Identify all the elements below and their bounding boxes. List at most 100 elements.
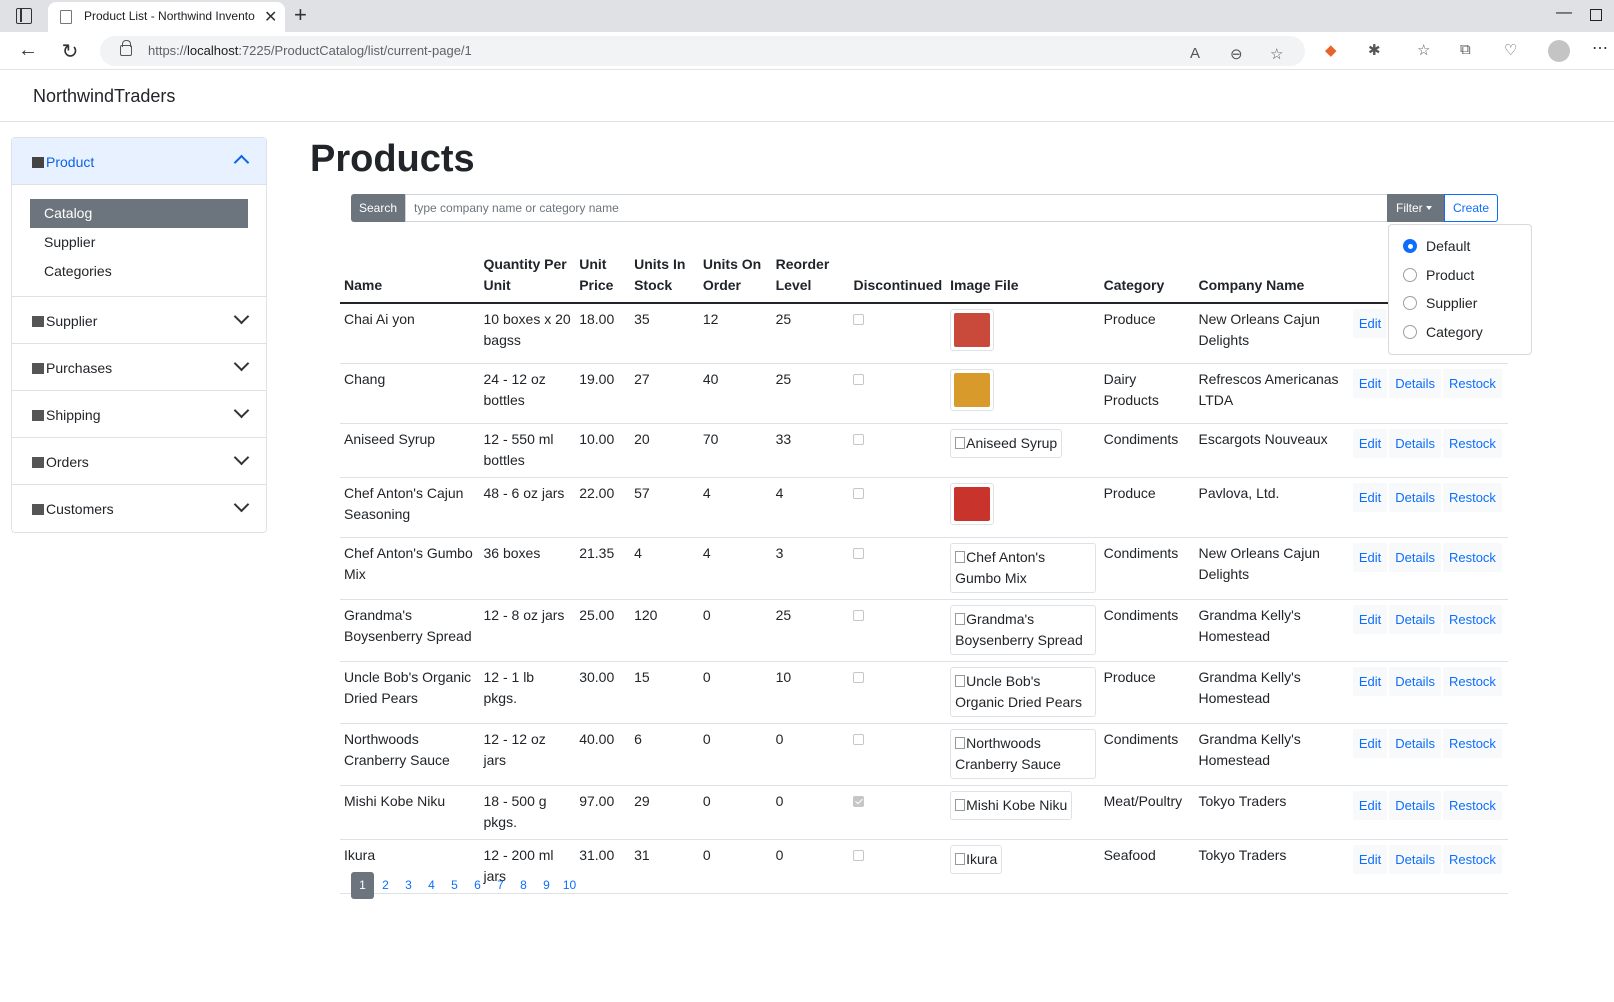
create-button[interactable]: Create [1444,194,1498,222]
cell-on-order: 0 [698,723,772,786]
browser-tab[interactable]: Product List - Northwind Invento ✕ [48,2,285,32]
details-button[interactable]: Details [1389,369,1441,398]
page-link-8[interactable]: 8 [512,872,535,899]
page-link-10[interactable]: 10 [558,872,581,899]
profile-avatar[interactable] [1548,40,1570,62]
cell-reorder: 0 [771,785,850,840]
back-icon[interactable]: ← [16,39,40,62]
new-tab-icon[interactable]: + [294,2,307,28]
edit-button[interactable]: Edit [1352,543,1388,572]
sidebar-item-supplier[interactable]: Supplier [30,228,248,257]
page-link-3[interactable]: 3 [397,872,420,899]
page-link-9[interactable]: 9 [535,872,558,899]
restock-button[interactable]: Restock [1442,543,1502,572]
filter-option-product[interactable]: Product [1389,259,1531,288]
radio-button[interactable] [1403,267,1417,282]
sidebar-item-categories[interactable]: Categories [30,257,248,286]
filter-dropdown-button[interactable]: Filter [1387,194,1444,222]
accordion-purchases[interactable]: Purchases [12,344,266,391]
read-aloud-icon[interactable]: A [1190,45,1200,62]
restock-button[interactable]: Restock [1442,429,1502,458]
search-button[interactable]: Search [351,194,405,222]
cell-image: Aniseed Syrup [946,423,1100,478]
cell-discontinued [849,303,947,364]
page-link-2[interactable]: 2 [374,872,397,899]
details-button[interactable]: Details [1389,605,1441,634]
details-button[interactable]: Details [1389,729,1441,758]
details-button[interactable]: Details [1389,429,1441,458]
details-button[interactable]: Details [1389,791,1441,820]
url-field[interactable]: https://localhost:7225/ProductCatalog/li… [100,36,1305,66]
chevron-down-icon [234,358,246,370]
edit-button[interactable]: Edit [1352,729,1388,758]
details-button[interactable]: Details [1389,845,1441,874]
radio-button[interactable] [1403,324,1417,339]
edit-button[interactable]: Edit [1352,791,1388,820]
accordion-supplier[interactable]: Supplier [12,297,266,344]
maximize-icon[interactable] [1590,9,1602,21]
accordion-shipping[interactable]: Shipping [12,391,266,438]
edit-button[interactable]: Edit [1352,483,1388,512]
cell-discontinued [849,839,947,894]
restock-button[interactable]: Restock [1442,605,1502,634]
details-button[interactable]: Details [1389,667,1441,696]
cell-price: 25.00 [575,599,631,662]
zoom-out-icon[interactable]: ⊖ [1230,45,1243,63]
restock-button[interactable]: Restock [1442,729,1502,758]
page-link-7[interactable]: 7 [489,872,512,899]
edit-button[interactable]: Edit [1352,605,1388,634]
extensions-puzzle-icon[interactable]: ✱ [1368,41,1381,59]
favorite-star-icon[interactable]: ☆ [1270,45,1283,63]
image-alt-text: Uncle Bob's Organic Dried Pears [955,673,1082,710]
app-navbar: NorthwindTraders [0,70,1614,122]
cell-price: 22.00 [575,477,631,538]
more-options-icon[interactable]: ⋯ [1592,38,1608,58]
page-link-5[interactable]: 5 [443,872,466,899]
accordion-customers[interactable]: Customers [12,485,266,532]
radio-button[interactable] [1403,239,1417,253]
cell-quantity: 12 - 12 oz jars [479,723,576,786]
discontinued-checkbox [853,374,865,385]
cell-image [946,303,1100,364]
filter-option-category[interactable]: Category [1389,316,1531,345]
close-icon[interactable]: ✕ [264,7,277,27]
cell-image: Mishi Kobe Niku [946,785,1100,840]
cell-image: Chef Anton's Gumbo Mix [946,537,1100,600]
page-link-1[interactable]: 1 [351,872,374,899]
cell-name: Chef Anton's Cajun Seasoning [340,477,480,538]
details-button[interactable]: Details [1389,483,1441,512]
browser-essentials-icon[interactable]: ♡ [1504,41,1517,59]
page-link-4[interactable]: 4 [420,872,443,899]
accordion-product[interactable]: Product [12,138,266,185]
search-bar: Search Filter Create [351,194,1498,222]
restock-button[interactable]: Restock [1442,483,1502,512]
restock-button[interactable]: Restock [1442,791,1502,820]
restock-button[interactable]: Restock [1442,845,1502,874]
discontinued-checkbox [853,672,865,683]
restock-button[interactable]: Restock [1442,369,1502,398]
sidebar-toggle-icon[interactable] [16,8,32,24]
details-button[interactable]: Details [1389,543,1441,572]
edit-button[interactable]: Edit [1352,429,1388,458]
column-header: Quantity Per Unit [479,254,576,304]
accordion-orders[interactable]: Orders [12,438,266,485]
radio-button[interactable] [1403,296,1417,310]
restock-button[interactable]: Restock [1442,667,1502,696]
edit-button[interactable]: Edit [1352,309,1388,338]
edit-button[interactable]: Edit [1352,369,1388,398]
refresh-icon[interactable]: ↻ [58,39,82,64]
filter-option-default[interactable]: Default [1389,230,1531,259]
edit-button[interactable]: Edit [1352,667,1388,696]
edit-button[interactable]: Edit [1352,845,1388,874]
cell-actions: EditDetailsRestock [1348,661,1508,724]
brand-link[interactable]: NorthwindTraders [33,86,175,107]
sidebar-item-catalog[interactable]: Catalog [30,199,248,228]
broken-image-icon [955,799,966,811]
filter-option-supplier[interactable]: Supplier [1389,287,1531,316]
collections-icon[interactable]: ⧉ [1460,41,1471,58]
extension-icon[interactable]: ◆ [1325,41,1337,59]
favorites-icon[interactable]: ☆ [1417,41,1430,59]
page-link-6[interactable]: 6 [466,872,489,899]
search-input[interactable] [405,194,1391,222]
minimize-icon[interactable]: — [1556,4,1572,22]
